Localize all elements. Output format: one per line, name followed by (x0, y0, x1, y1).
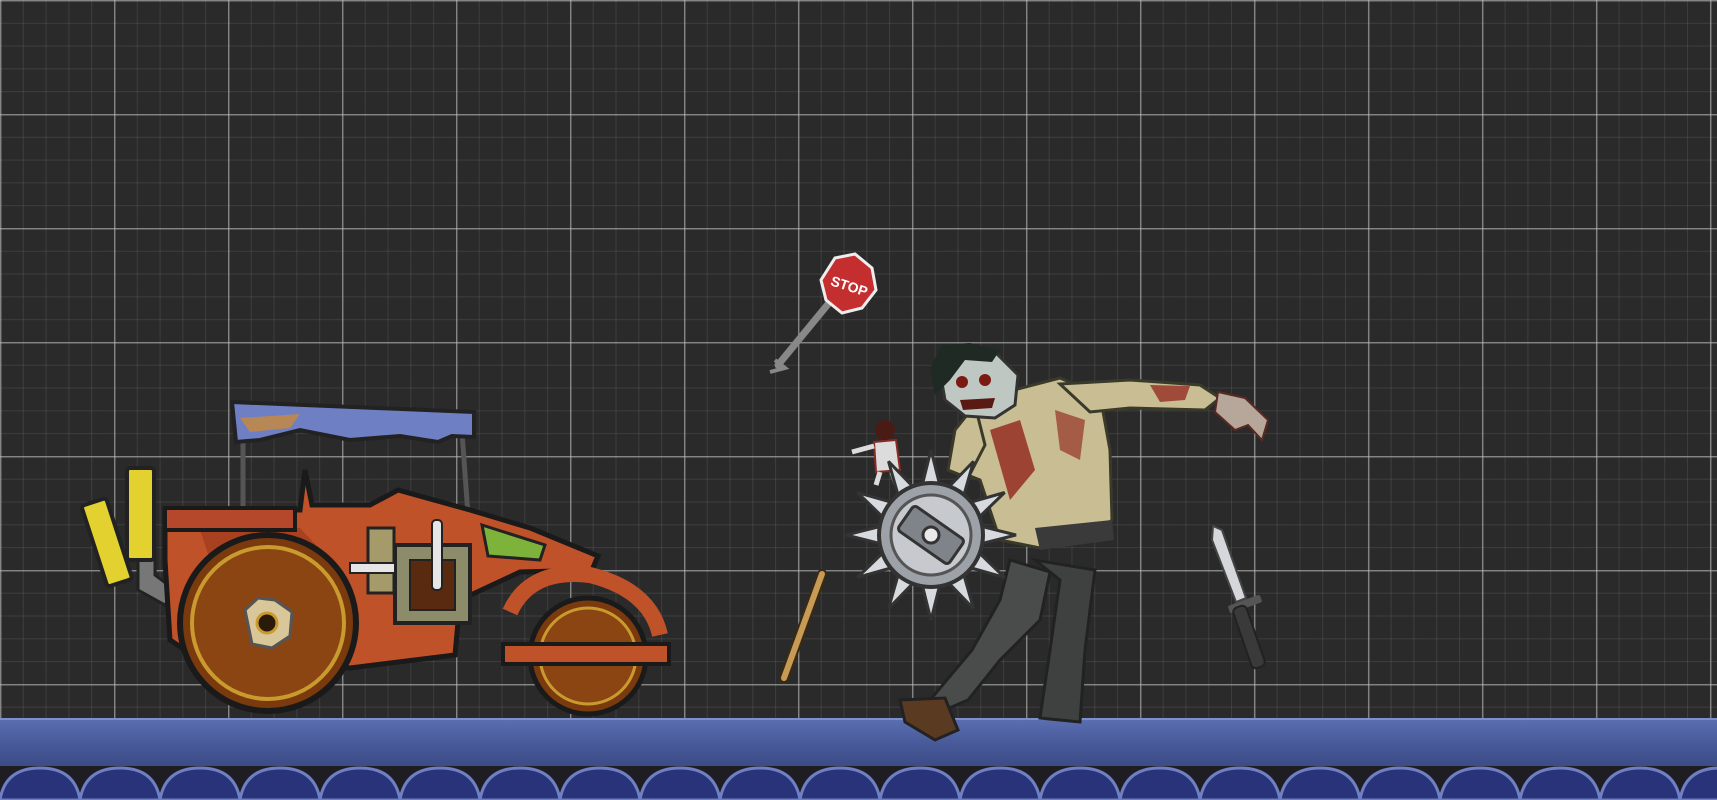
wooden-stick-prop[interactable] (779, 569, 827, 683)
ragdoll-arm (851, 443, 875, 455)
zombie-arm-right (1056, 378, 1223, 414)
ground-scallop (638, 766, 722, 800)
ground-scallop (1518, 766, 1602, 800)
engine-lever (431, 519, 443, 591)
front-bumper (501, 642, 671, 666)
road-roller-vehicle[interactable] (80, 399, 671, 717)
saw-bolt (921, 525, 941, 545)
ground-scallop (1438, 766, 1522, 800)
ground-scallop (158, 766, 242, 800)
ragdoll-leg-left (873, 471, 883, 486)
knife-prop[interactable] (1210, 524, 1266, 670)
scene-objects: STOP (0, 252, 1717, 800)
stick-wood (781, 571, 825, 681)
exhaust-stack-left (80, 496, 134, 589)
ground-scallop (1678, 766, 1717, 800)
knife-handle (1232, 604, 1266, 670)
saw-spike (920, 449, 942, 488)
ground-scallop (1358, 766, 1442, 800)
engine-rod (349, 562, 396, 574)
stop-sign-prop[interactable]: STOP (769, 252, 878, 374)
ground-scallop (318, 766, 402, 800)
zombie-eye-right (979, 374, 991, 386)
ground-scallop (878, 766, 962, 800)
seat-rail (163, 506, 297, 532)
exhaust-stack-right (125, 466, 156, 562)
ground-scallop (78, 766, 162, 800)
rear-axle (255, 611, 279, 635)
ground-scallop (718, 766, 802, 800)
ground-scallop (1038, 766, 1122, 800)
game-scene[interactable]: STOP (0, 0, 1717, 800)
saw-spike (845, 524, 884, 546)
ground-scallop (398, 766, 482, 800)
ground-scallop (1598, 766, 1682, 800)
zombie-eye-left (956, 376, 968, 388)
ragdoll-head (875, 420, 895, 440)
ground-scallop (478, 766, 562, 800)
saw-spike (920, 582, 942, 621)
ground-scallop (958, 766, 1042, 800)
ground-pattern (0, 766, 1717, 800)
canopy-post-right (459, 431, 471, 516)
knife-blade (1210, 524, 1248, 604)
ground-scallop (798, 766, 882, 800)
ground-scallop (1198, 766, 1282, 800)
ground-scallop (238, 766, 322, 800)
zombie-hand-right (1213, 390, 1270, 442)
ground-scallop (1118, 766, 1202, 800)
engine-side-plate (366, 526, 396, 595)
ground-scallop (1278, 766, 1362, 800)
ground-scallop (0, 766, 82, 800)
ground-scallop (558, 766, 642, 800)
